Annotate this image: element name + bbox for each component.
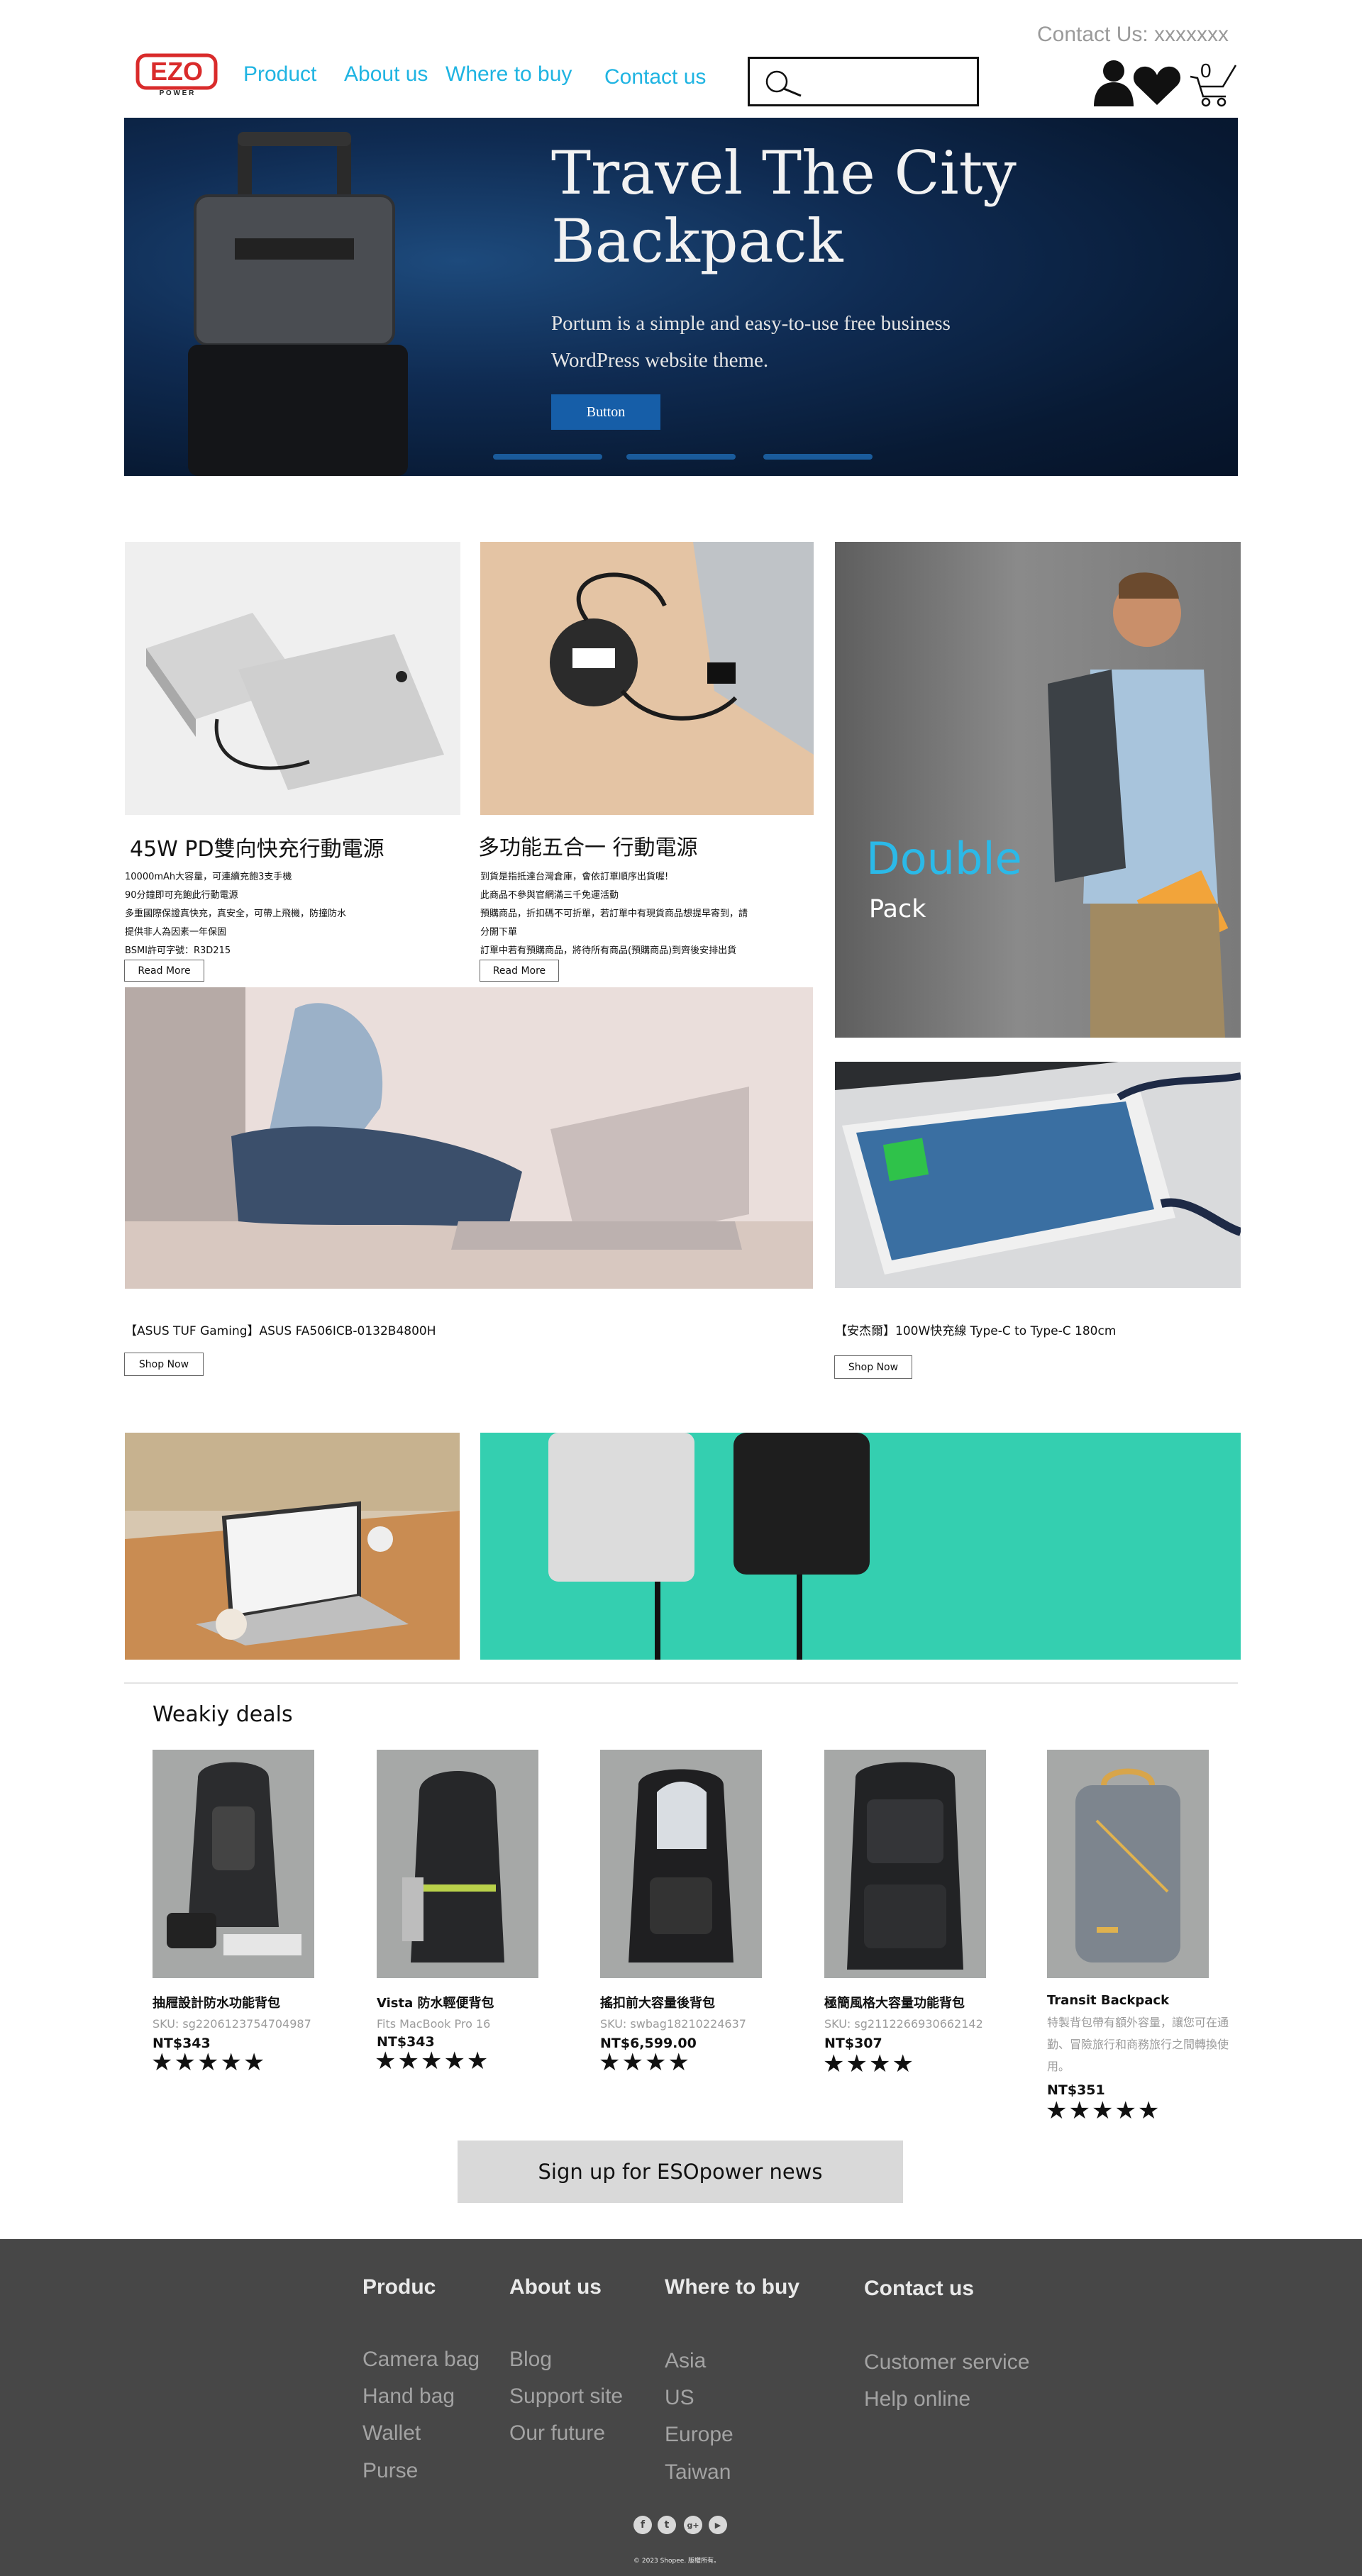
- power-bank-details: 10000mAh大容量，可連續充飽3支手機 90分鐘即可充飽此行動電源 多重國際…: [125, 872, 347, 956]
- logo-text: EZO: [150, 57, 203, 86]
- cable-title: 多功能五合一 行動電源: [478, 835, 698, 860]
- footer-link-camera-bag[interactable]: Camera bag: [362, 2348, 480, 2372]
- deal-5-rating: ★★★★★: [1046, 2097, 1161, 2125]
- ezo-logo[interactable]: EZO P O W E R: [135, 52, 218, 102]
- footer-link-customer-service[interactable]: Customer service: [864, 2350, 1029, 2375]
- cart-count: 0: [1200, 60, 1212, 82]
- deal-1-rating: ★★★★★: [151, 2048, 267, 2077]
- hero-title: Travel The City Backpack: [551, 138, 1017, 276]
- cable-details: 到貨是指抵達台灣倉庫，會依訂單順序出貨喔! 此商品不參與官網滿三千免運活動 預購…: [480, 872, 748, 956]
- nav-contact-us[interactable]: Contact us: [604, 65, 706, 89]
- cart-icon[interactable]: [1189, 62, 1239, 108]
- newsletter-signup-button[interactable]: Sign up for ESOpower news: [458, 2141, 903, 2203]
- deal-3-rating: ★★★★: [599, 2048, 691, 2077]
- footer-heading-product: Produc: [362, 2275, 436, 2299]
- footer-link-taiwan[interactable]: Taiwan: [665, 2460, 731, 2485]
- deal-1-name[interactable]: 抽屜設計防水功能背包: [153, 1993, 280, 2011]
- double-word: Double: [866, 833, 1022, 884]
- deal-3-sku: SKU: swbag18210224637: [600, 2017, 746, 2031]
- hero-subtitle: Portum is a simple and easy-to-use free …: [551, 312, 951, 372]
- footer-link-blog[interactable]: Blog: [509, 2348, 552, 2372]
- deal-4-name[interactable]: 極簡風格大容量功能背包: [824, 1993, 965, 2011]
- power-bank-read-more-button[interactable]: Read More: [124, 960, 204, 982]
- desk-laptop-image[interactable]: [125, 1433, 460, 1660]
- footer-heading-where-to-buy: Where to buy: [665, 2275, 800, 2299]
- pack-word: Pack: [869, 895, 926, 923]
- deal-2-name[interactable]: Vista 防水輕便背包: [377, 1993, 494, 2011]
- deal-5-description: 特製背包帶有額外容量，讓您可在通勤、冒險旅行和商務旅行之間轉換使用。: [1047, 2016, 1229, 2073]
- nav-about-us[interactable]: About us: [344, 62, 428, 87]
- search-icon: [765, 70, 802, 97]
- carousel-dot-3[interactable]: [763, 454, 873, 460]
- copyright-text: © 2023 Shopee. 版權所有。: [633, 2558, 721, 2565]
- heart-icon[interactable]: [1132, 65, 1182, 106]
- facebook-icon[interactable]: f: [633, 2516, 652, 2534]
- footer-link-us[interactable]: US: [665, 2386, 694, 2410]
- laptop-caption: 【ASUS TUF Gaming】ASUS FA506ICB-0132B4800…: [125, 1324, 436, 1338]
- deal-5-name[interactable]: Transit Backpack: [1047, 1993, 1169, 2008]
- footer-link-support-site[interactable]: Support site: [509, 2385, 623, 2409]
- carousel-dot-2[interactable]: [626, 454, 736, 460]
- footer-link-europe[interactable]: Europe: [665, 2423, 733, 2447]
- user-icon[interactable]: [1092, 60, 1135, 106]
- phone-cable-image[interactable]: [835, 1062, 1241, 1288]
- deal-3-image[interactable]: [600, 1750, 762, 1978]
- google-plus-icon[interactable]: g+: [684, 2516, 702, 2534]
- footer-link-wallet[interactable]: Wallet: [362, 2421, 421, 2445]
- cable-read-more-button[interactable]: Read More: [480, 960, 559, 982]
- deal-4-price: NT$307: [824, 2036, 882, 2051]
- backpacker-image: [1048, 572, 1229, 1038]
- section-divider: [124, 1682, 1238, 1684]
- footer-link-hand-bag[interactable]: Hand bag: [362, 2385, 455, 2409]
- deal-1-sku: SKU: sg2206123754704987: [153, 2017, 311, 2031]
- nav-product[interactable]: Product: [243, 62, 316, 87]
- laptop-user-image[interactable]: [125, 987, 813, 1289]
- carousel-dot-1[interactable]: [493, 454, 602, 460]
- hero-banner: Travel The City Backpack Portum is a sim…: [124, 118, 1238, 476]
- hero-button[interactable]: Button: [551, 394, 660, 430]
- laptop-shop-now-button[interactable]: Shop Now: [124, 1353, 204, 1376]
- nav-where-to-buy[interactable]: Where to buy: [445, 62, 572, 87]
- cable-image[interactable]: [480, 542, 814, 815]
- logo-sub-text: P O W E R: [159, 89, 194, 97]
- header-contact: Contact Us: xxxxxxx: [1037, 23, 1229, 46]
- phone-cable-shop-now-button[interactable]: Shop Now: [834, 1355, 912, 1379]
- footer-link-asia[interactable]: Asia: [665, 2349, 706, 2373]
- deal-2-sku: Fits MacBook Pro 16: [377, 2017, 491, 2031]
- deal-5-price: NT$351: [1047, 2082, 1105, 2098]
- hero-bag-image: [188, 132, 408, 476]
- footer-link-our-future[interactable]: Our future: [509, 2421, 605, 2445]
- footer-link-purse[interactable]: Purse: [362, 2459, 418, 2483]
- power-bank-teal-image[interactable]: [480, 1433, 1241, 1660]
- deal-2-image[interactable]: [377, 1750, 538, 1978]
- deal-4-sku: SKU: sg2112266930662142: [824, 2017, 983, 2031]
- deal-5-image[interactable]: [1047, 1750, 1209, 1978]
- power-bank-title: 45W PD雙向快充行動電源: [130, 837, 384, 862]
- deal-3-name[interactable]: 搖扣前大容量後背包: [600, 1993, 715, 2011]
- youtube-icon[interactable]: ▶: [709, 2516, 727, 2534]
- twitter-icon[interactable]: t: [658, 2516, 676, 2534]
- deals-title: Weakiy deals: [153, 1702, 293, 1727]
- power-bank-image[interactable]: [125, 542, 460, 815]
- phone-cable-caption: 【安杰爾】100W快充線 Type-C to Type-C 180cm: [835, 1324, 1117, 1338]
- search-input[interactable]: [748, 57, 979, 106]
- footer-heading-about-us: About us: [509, 2275, 602, 2299]
- footer-heading-contact-us: Contact us: [864, 2277, 975, 2300]
- deal-1-image[interactable]: [153, 1750, 314, 1978]
- deal-2-rating: ★★★★★: [375, 2047, 490, 2075]
- deal-4-rating: ★★★★: [823, 2050, 915, 2078]
- footer-link-help-online[interactable]: Help online: [864, 2387, 970, 2411]
- double-pack-banner[interactable]: Double Pack: [835, 542, 1241, 1038]
- deal-4-image[interactable]: [824, 1750, 986, 1978]
